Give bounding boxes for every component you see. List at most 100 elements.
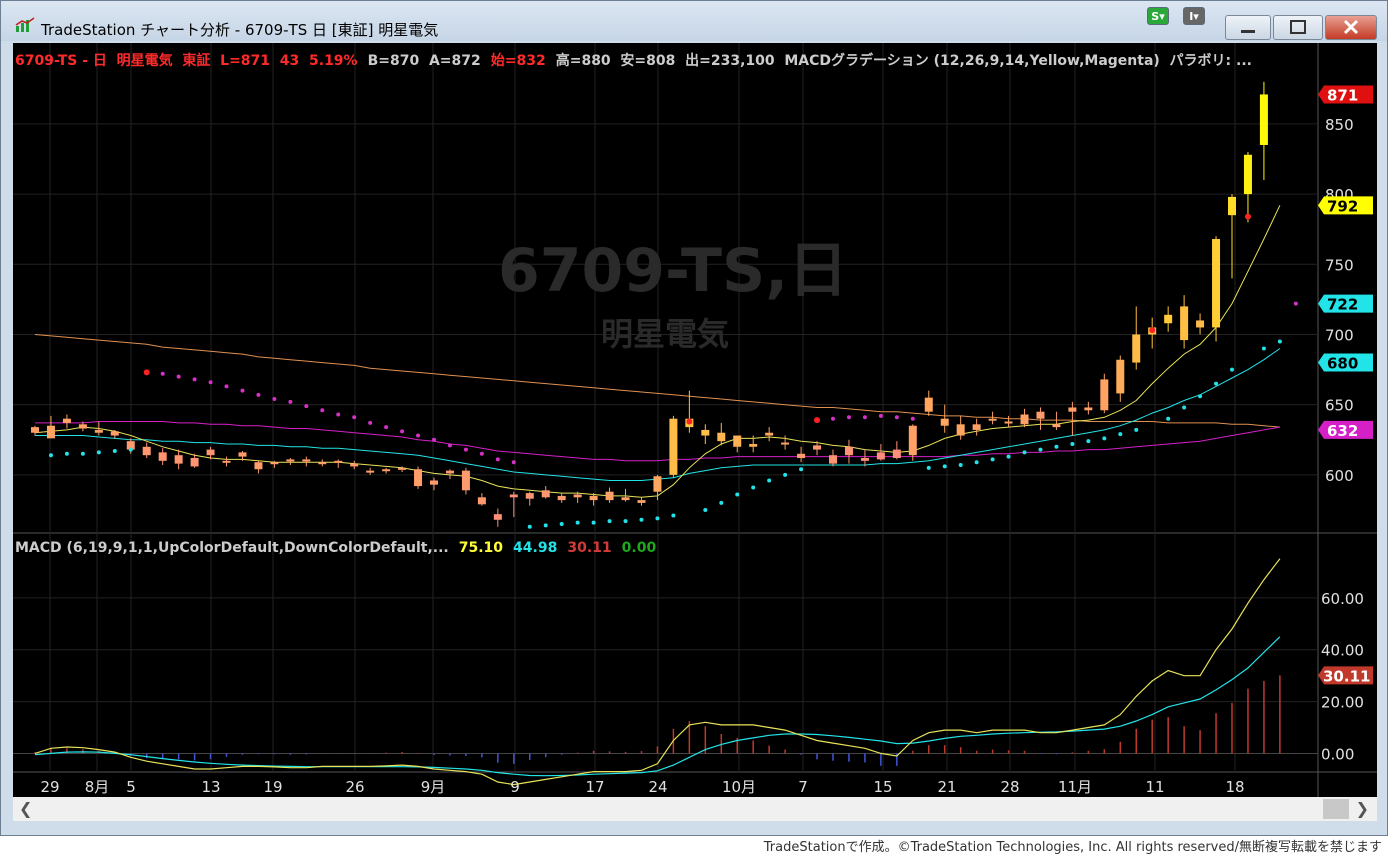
sar-dot [432,437,436,442]
date-tick-label: 21 [937,778,956,796]
histogram-value: 30.11 [567,540,611,556]
sar-dot [1134,427,1139,432]
date-tick-label: 29 [40,778,59,796]
sar-dot [1086,439,1091,444]
price-tag-label: 792 [1327,197,1358,215]
candle-body [430,480,438,485]
macd-label: MACD (6,19,9,1,1,UpColorDefault,DownColo… [15,540,449,556]
candle-body [1052,424,1061,428]
candle-body [1196,320,1205,328]
candle-body [605,491,614,501]
sar-dot [304,404,309,409]
horizontal-scrollbar[interactable]: ❮ ❯ [13,797,1377,821]
candle-body [1180,306,1189,341]
candle-body [988,418,997,421]
date-tick-label: 11月 [1058,778,1092,796]
sar-dot [1006,454,1011,459]
sar-dot [846,415,851,420]
sar-dot [479,451,484,456]
sar-dot [1070,441,1075,446]
close-button[interactable] [1325,15,1377,40]
candle-body [302,459,311,462]
app-window: TradeStation チャート分析 - 6709-TS 日 [東証] 明星電… [0,0,1388,836]
zero-value: 0.00 [622,540,657,556]
scroll-left-arrow-icon[interactable]: ❮ [19,799,32,818]
chart-area[interactable]: 6709-TS,日 明星電気 600 650 700 750 800 850 0.00 20.… [13,43,1377,797]
sar-dot [639,517,644,522]
date-tick-label: 15 [873,778,892,796]
candle-body [318,462,327,465]
candle-body [366,470,375,473]
date-tick-label: 9 [510,778,520,796]
minimize-button[interactable] [1225,15,1271,40]
sar-dot [703,507,708,512]
header-bid-ask: B=870 A=872 [368,53,481,69]
app-chart-icon [15,17,35,32]
sar-dot [511,460,516,465]
candle-body [829,455,837,464]
sar-dot [384,425,389,430]
candle-body [1259,94,1268,145]
sar-dot [176,374,181,379]
candle-body [844,446,853,456]
candle-body [892,449,901,459]
candle-body [1132,334,1141,363]
candle-body [1228,196,1236,216]
s-menu-button[interactable]: S▾ [1147,7,1169,25]
i-menu-button[interactable]: I▾ [1183,7,1205,25]
candle-body [461,470,470,491]
sar-dot [607,519,612,524]
sar-dot [128,447,133,452]
signal-line [34,636,1281,777]
scrollbar-thumb[interactable] [1323,799,1349,819]
candle-body [1243,154,1252,195]
candle-body [876,452,885,460]
sar-dot [1261,346,1266,351]
candle-body [78,424,87,429]
candle-body [254,462,263,470]
date-tick-label: 10月 [722,778,756,796]
header-open: 始=832 [491,52,546,69]
sar-dot [831,416,835,421]
sar-dot [224,384,229,389]
sar-dot [1022,450,1027,455]
sar-dot [575,520,580,525]
sar-dot [719,500,724,505]
sar-dot [1277,339,1282,344]
sar-dot [336,412,341,417]
sar-dot [862,415,867,420]
candle-body [813,445,822,450]
candle-body [541,490,550,498]
candle-body [477,497,486,505]
candle-body [1068,407,1077,412]
sar-dot [591,520,596,525]
candle-body [972,424,981,430]
watermark-name: 明星電気 [601,315,729,353]
candle-body [940,418,949,426]
chart-svg[interactable]: 6709-TS,日 明星電気 6006507007508008500.0020.… [13,43,1377,797]
candle-body [637,500,646,503]
sar-dot [352,415,357,420]
price-tick-label: 750 [1325,256,1354,274]
sar-dot [686,418,693,425]
scroll-right-arrow-icon[interactable]: ❯ [1356,799,1369,818]
macd-tick-label: 40.00 [1321,642,1364,660]
maximize-icon [1290,20,1306,34]
maximize-button[interactable] [1273,15,1323,40]
candle-body [142,446,151,456]
candle-body [749,443,758,447]
header-high-low-volume: 高=880 安=808 出=233,100 MACDグラデーション (12,26… [556,52,1252,69]
signal-value: 44.98 [513,540,557,556]
candle-body [1212,239,1221,328]
date-tick-label: 13 [201,778,220,796]
date-tick-label: 9月 [421,778,446,796]
sar-dot [974,460,979,465]
candle-body [350,463,359,467]
close-icon [1343,19,1359,35]
macd-panel [13,558,1318,786]
copyright-notice: TradeStationで作成。©TradeStation Technologi… [763,840,1382,855]
s-button-label: S [1151,10,1160,23]
title-bar[interactable]: TradeStation チャート分析 - 6709-TS 日 [東証] 明星電… [1,1,1387,41]
macd-tag-label: 30.11 [1323,667,1370,685]
minimize-icon [1241,30,1255,33]
